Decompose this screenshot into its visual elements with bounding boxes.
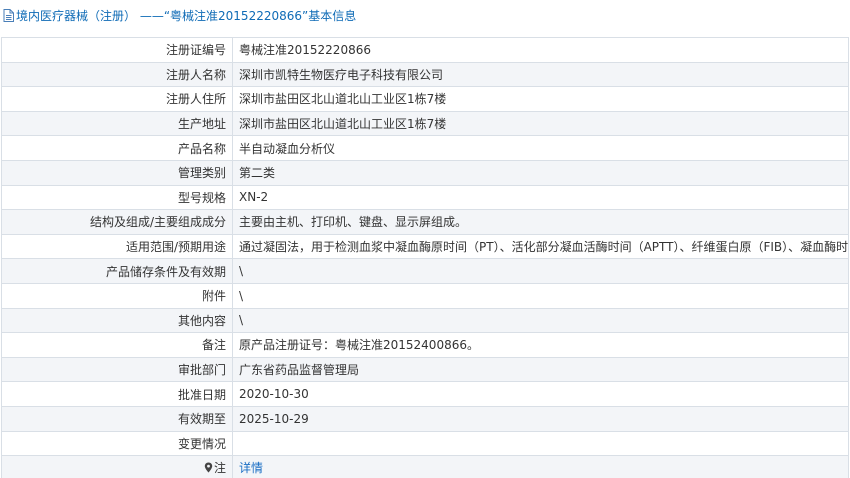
row-value: 2025-10-29 [232, 405, 849, 432]
table-row: 生产地址 深圳市盐田区北山道北山工业区1栋7楼 [1, 110, 849, 137]
row-label: 有效期至 [1, 405, 233, 432]
row-value: 粤械注准20152220866 [232, 37, 849, 63]
note-row: 注 详情 [1, 455, 849, 478]
row-value: \ [232, 282, 849, 309]
map-pin-icon [204, 462, 213, 476]
page-title: 境内医疗器械（注册） ——“粤械注准20152220866”基本信息 [16, 8, 357, 23]
info-table: 注册证编号 粤械注准20152220866 注册人名称 深圳市凯特生物医疗电子科… [1, 37, 849, 478]
row-label: 生产地址 [1, 110, 233, 137]
row-value: 深圳市盐田区北山道北山工业区1栋7楼 [232, 110, 849, 137]
table-row: 注册人住所 深圳市盐田区北山道北山工业区1栋7楼 [1, 86, 849, 112]
row-label: 备注 [1, 332, 233, 358]
table-row: 附件 \ [1, 282, 849, 309]
row-label: 附件 [1, 282, 233, 309]
table-row: 审批部门 广东省药品监督管理局 [1, 356, 849, 383]
table-row: 产品名称 半自动凝血分析仪 [1, 135, 849, 161]
table-row: 批准日期 2020-10-30 [1, 381, 849, 407]
row-label: 产品储存条件及有效期 [1, 258, 233, 284]
table-row: 型号规格 XN-2 [1, 184, 849, 211]
table-row: 备注 原产品注册证号：粤械注准20152400866。 [1, 332, 849, 358]
row-label: 变更情况 [1, 430, 233, 457]
page: 境内医疗器械（注册） ——“粤械注准20152220866”基本信息 注册证编号… [0, 0, 850, 478]
row-label: 管理类别 [1, 159, 233, 186]
document-icon [2, 8, 14, 22]
row-label: 结构及组成/主要组成成分 [1, 209, 233, 235]
note-value-cell: 详情 [232, 455, 849, 478]
row-label: 适用范围/预期用途 [1, 233, 233, 260]
table-row: 变更情况 [1, 430, 849, 457]
row-value: 第二类 [232, 159, 849, 186]
row-label: 产品名称 [1, 135, 233, 161]
row-value: 深圳市凯特生物医疗电子科技有限公司 [232, 61, 849, 88]
title-bar: 境内医疗器械（注册） ——“粤械注准20152220866”基本信息 [0, 0, 850, 30]
row-label: 注册人名称 [1, 61, 233, 88]
table-row: 其他内容 \ [1, 307, 849, 334]
row-label: 型号规格 [1, 184, 233, 211]
row-value [232, 430, 849, 457]
row-label: 审批部门 [1, 356, 233, 383]
row-value: 主要由主机、打印机、键盘、显示屏组成。 [232, 209, 849, 235]
row-label: 批准日期 [1, 381, 233, 407]
row-value: 深圳市盐田区北山道北山工业区1栋7楼 [232, 86, 849, 112]
row-value: XN-2 [232, 184, 849, 211]
note-label: 注 [213, 461, 226, 476]
table-row: 结构及组成/主要组成成分 主要由主机、打印机、键盘、显示屏组成。 [1, 209, 849, 235]
row-value: \ [232, 258, 849, 284]
table-row: 产品储存条件及有效期 \ [1, 258, 849, 284]
note-label-cell: 注 [1, 455, 233, 478]
row-label: 注册人住所 [1, 86, 233, 112]
detail-link[interactable]: 详情 [239, 461, 263, 475]
row-value: 2020-10-30 [232, 381, 849, 407]
row-label: 其他内容 [1, 307, 233, 334]
row-value: 广东省药品监督管理局 [232, 356, 849, 383]
row-value: 通过凝固法，用于检测血浆中凝血酶原时间（PT）、活化部分凝血活酶时间（APTT）… [232, 233, 849, 260]
table-row: 管理类别 第二类 [1, 159, 849, 186]
table-row: 注册证编号 粤械注准20152220866 [1, 37, 849, 63]
row-value: \ [232, 307, 849, 334]
table-row: 注册人名称 深圳市凯特生物医疗电子科技有限公司 [1, 61, 849, 88]
row-label: 注册证编号 [1, 37, 233, 63]
row-value: 半自动凝血分析仪 [232, 135, 849, 161]
table-row: 适用范围/预期用途 通过凝固法，用于检测血浆中凝血酶原时间（PT）、活化部分凝血… [1, 233, 849, 260]
table-row: 有效期至 2025-10-29 [1, 405, 849, 432]
row-value: 原产品注册证号：粤械注准20152400866。 [232, 332, 849, 358]
